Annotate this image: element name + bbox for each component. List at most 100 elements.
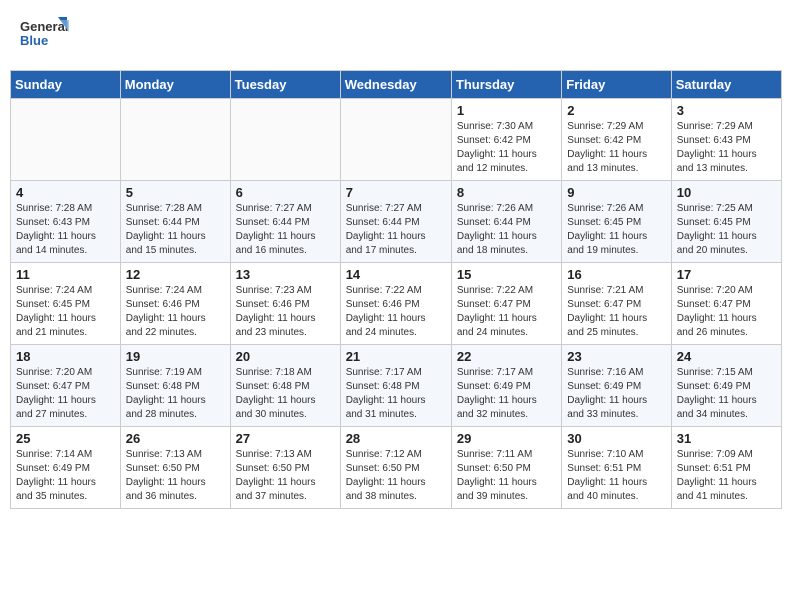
calendar-day-cell: 22 Sunrise: 7:17 AM Sunset: 6:49 PM Dayli…: [451, 345, 561, 427]
calendar-day-cell: [120, 99, 230, 181]
day-info: Sunrise: 7:24 AM Sunset: 6:46 PM Dayligh…: [126, 284, 225, 340]
day-number: 5: [126, 185, 225, 200]
calendar-week-row: 18 Sunrise: 7:20 AM Sunset: 6:47 PM Dayli…: [11, 345, 782, 427]
day-number: 27: [236, 431, 335, 446]
day-number: 2: [567, 103, 665, 118]
calendar-day-cell: [230, 99, 340, 181]
day-number: 22: [457, 349, 556, 364]
day-info: Sunrise: 7:28 AM Sunset: 6:43 PM Dayligh…: [16, 202, 115, 258]
day-info: Sunrise: 7:13 AM Sunset: 6:50 PM Dayligh…: [126, 448, 225, 504]
day-number: 18: [16, 349, 115, 364]
day-info: Sunrise: 7:17 AM Sunset: 6:48 PM Dayligh…: [346, 366, 446, 422]
day-info: Sunrise: 7:27 AM Sunset: 6:44 PM Dayligh…: [346, 202, 446, 258]
calendar-day-cell: [340, 99, 451, 181]
day-info: Sunrise: 7:26 AM Sunset: 6:45 PM Dayligh…: [567, 202, 665, 258]
calendar-day-cell: 9 Sunrise: 7:26 AM Sunset: 6:45 PM Daylig…: [562, 181, 671, 263]
day-number: 26: [126, 431, 225, 446]
calendar-day-cell: 30 Sunrise: 7:10 AM Sunset: 6:51 PM Dayli…: [562, 427, 671, 509]
calendar-day-cell: [11, 99, 121, 181]
day-of-week-header: Thursday: [451, 71, 561, 99]
calendar-day-cell: 5 Sunrise: 7:28 AM Sunset: 6:44 PM Daylig…: [120, 181, 230, 263]
day-number: 1: [457, 103, 556, 118]
day-info: Sunrise: 7:26 AM Sunset: 6:44 PM Dayligh…: [457, 202, 556, 258]
calendar-day-cell: 25Sunrise: 7:14 AM Sunset: 6:49 PM Dayli…: [11, 427, 121, 509]
calendar-day-cell: 6Sunrise: 7:27 AM Sunset: 6:44 PM Daylig…: [230, 181, 340, 263]
calendar-day-cell: 11 Sunrise: 7:24 AM Sunset: 6:45 PM Dayli…: [11, 263, 121, 345]
day-number: 20: [236, 349, 335, 364]
day-info: Sunrise: 7:29 AM Sunset: 6:43 PM Dayligh…: [677, 120, 776, 176]
logo: General Blue: [20, 15, 70, 55]
day-number: 21: [346, 349, 446, 364]
day-number: 24: [677, 349, 776, 364]
day-info: Sunrise: 7:29 AM Sunset: 6:42 PM Dayligh…: [567, 120, 665, 176]
header: General Blue: [10, 10, 782, 60]
day-number: 30: [567, 431, 665, 446]
day-number: 31: [677, 431, 776, 446]
day-number: 12: [126, 267, 225, 282]
calendar-day-cell: 27 Sunrise: 7:13 AM Sunset: 6:50 PM Dayli…: [230, 427, 340, 509]
day-of-week-header: Friday: [562, 71, 671, 99]
day-info: Sunrise: 7:12 AM Sunset: 6:50 PM Dayligh…: [346, 448, 446, 504]
calendar-day-cell: 10Sunrise: 7:25 AM Sunset: 6:45 PM Dayli…: [671, 181, 781, 263]
calendar-week-row: 1 Sunrise: 7:30 AM Sunset: 6:42 PM Daylig…: [11, 99, 782, 181]
day-info: Sunrise: 7:14 AM Sunset: 6:49 PM Dayligh…: [16, 448, 115, 504]
day-info: Sunrise: 7:10 AM Sunset: 6:51 PM Dayligh…: [567, 448, 665, 504]
day-number: 15: [457, 267, 556, 282]
day-info: Sunrise: 7:16 AM Sunset: 6:49 PM Dayligh…: [567, 366, 665, 422]
calendar-day-cell: 28Sunrise: 7:12 AM Sunset: 6:50 PM Dayli…: [340, 427, 451, 509]
day-info: Sunrise: 7:11 AM Sunset: 6:50 PM Dayligh…: [457, 448, 556, 504]
day-info: Sunrise: 7:13 AM Sunset: 6:50 PM Dayligh…: [236, 448, 335, 504]
day-number: 13: [236, 267, 335, 282]
day-number: 19: [126, 349, 225, 364]
calendar-day-cell: 17 Sunrise: 7:20 AM Sunset: 6:47 PM Dayli…: [671, 263, 781, 345]
day-of-week-header: Saturday: [671, 71, 781, 99]
calendar-header-row: SundayMondayTuesdayWednesdayThursdayFrid…: [11, 71, 782, 99]
calendar-day-cell: 18 Sunrise: 7:20 AM Sunset: 6:47 PM Dayli…: [11, 345, 121, 427]
day-info: Sunrise: 7:25 AM Sunset: 6:45 PM Dayligh…: [677, 202, 776, 258]
day-number: 8: [457, 185, 556, 200]
calendar-day-cell: 15 Sunrise: 7:22 AM Sunset: 6:47 PM Dayli…: [451, 263, 561, 345]
calendar-day-cell: 14Sunrise: 7:22 AM Sunset: 6:46 PM Dayli…: [340, 263, 451, 345]
day-info: Sunrise: 7:19 AM Sunset: 6:48 PM Dayligh…: [126, 366, 225, 422]
calendar-day-cell: 20 Sunrise: 7:18 AM Sunset: 6:48 PM Dayli…: [230, 345, 340, 427]
day-info: Sunrise: 7:15 AM Sunset: 6:49 PM Dayligh…: [677, 366, 776, 422]
day-number: 17: [677, 267, 776, 282]
day-of-week-header: Tuesday: [230, 71, 340, 99]
calendar-day-cell: 19 Sunrise: 7:19 AM Sunset: 6:48 PM Dayli…: [120, 345, 230, 427]
calendar-day-cell: 3 Sunrise: 7:29 AM Sunset: 6:43 PM Daylig…: [671, 99, 781, 181]
day-info: Sunrise: 7:20 AM Sunset: 6:47 PM Dayligh…: [16, 366, 115, 422]
day-info: Sunrise: 7:18 AM Sunset: 6:48 PM Dayligh…: [236, 366, 335, 422]
day-number: 9: [567, 185, 665, 200]
calendar-day-cell: 4Sunrise: 7:28 AM Sunset: 6:43 PM Daylig…: [11, 181, 121, 263]
calendar-day-cell: 7 Sunrise: 7:27 AM Sunset: 6:44 PM Daylig…: [340, 181, 451, 263]
day-info: Sunrise: 7:24 AM Sunset: 6:45 PM Dayligh…: [16, 284, 115, 340]
calendar-day-cell: 23Sunrise: 7:16 AM Sunset: 6:49 PM Dayli…: [562, 345, 671, 427]
calendar-day-cell: 21 Sunrise: 7:17 AM Sunset: 6:48 PM Dayli…: [340, 345, 451, 427]
day-info: Sunrise: 7:21 AM Sunset: 6:47 PM Dayligh…: [567, 284, 665, 340]
day-number: 6: [236, 185, 335, 200]
svg-text:Blue: Blue: [20, 33, 48, 48]
calendar-day-cell: 8 Sunrise: 7:26 AM Sunset: 6:44 PM Daylig…: [451, 181, 561, 263]
calendar-day-cell: 31Sunrise: 7:09 AM Sunset: 6:51 PM Dayli…: [671, 427, 781, 509]
day-info: Sunrise: 7:22 AM Sunset: 6:46 PM Dayligh…: [346, 284, 446, 340]
calendar-day-cell: 26 Sunrise: 7:13 AM Sunset: 6:50 PM Dayli…: [120, 427, 230, 509]
calendar-day-cell: 12 Sunrise: 7:24 AM Sunset: 6:46 PM Dayli…: [120, 263, 230, 345]
calendar-week-row: 25Sunrise: 7:14 AM Sunset: 6:49 PM Dayli…: [11, 427, 782, 509]
calendar-week-row: 11 Sunrise: 7:24 AM Sunset: 6:45 PM Dayli…: [11, 263, 782, 345]
day-info: Sunrise: 7:28 AM Sunset: 6:44 PM Dayligh…: [126, 202, 225, 258]
day-info: Sunrise: 7:22 AM Sunset: 6:47 PM Dayligh…: [457, 284, 556, 340]
day-info: Sunrise: 7:20 AM Sunset: 6:47 PM Dayligh…: [677, 284, 776, 340]
day-number: 3: [677, 103, 776, 118]
calendar-day-cell: 13 Sunrise: 7:23 AM Sunset: 6:46 PM Dayli…: [230, 263, 340, 345]
day-info: Sunrise: 7:30 AM Sunset: 6:42 PM Dayligh…: [457, 120, 556, 176]
calendar-day-cell: 16 Sunrise: 7:21 AM Sunset: 6:47 PM Dayli…: [562, 263, 671, 345]
day-of-week-header: Sunday: [11, 71, 121, 99]
day-of-week-header: Monday: [120, 71, 230, 99]
day-number: 16: [567, 267, 665, 282]
day-info: Sunrise: 7:17 AM Sunset: 6:49 PM Dayligh…: [457, 366, 556, 422]
day-number: 11: [16, 267, 115, 282]
calendar-day-cell: 2 Sunrise: 7:29 AM Sunset: 6:42 PM Daylig…: [562, 99, 671, 181]
logo-svg: General Blue: [20, 15, 70, 55]
day-number: 7: [346, 185, 446, 200]
day-info: Sunrise: 7:23 AM Sunset: 6:46 PM Dayligh…: [236, 284, 335, 340]
